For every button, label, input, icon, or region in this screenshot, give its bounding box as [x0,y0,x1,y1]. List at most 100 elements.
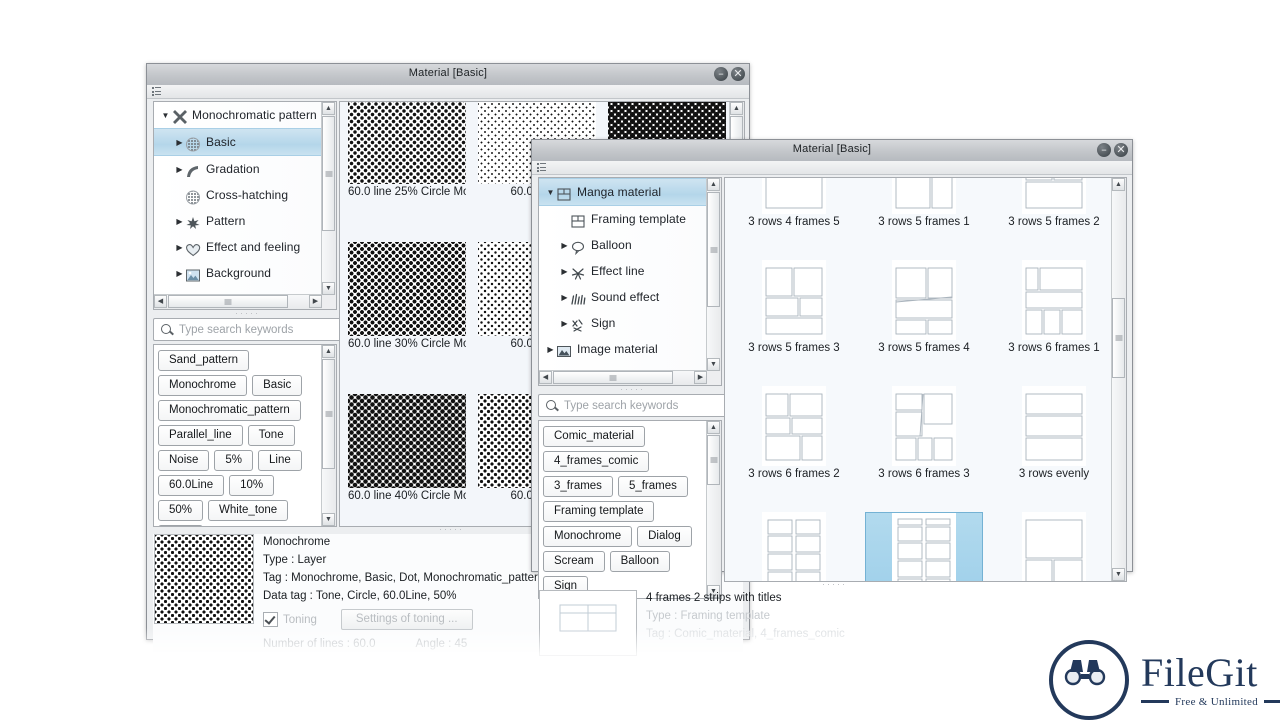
window1-tag-list[interactable]: Sand_pattern MonochromeBasic Monochromatic… [154,345,322,526]
tree-item-effect-line[interactable]: ▶Effect line [539,258,707,284]
thumbnail-cell[interactable]: 60.0 line 30% Circle Mo [348,242,466,350]
tree-item-monochromatic-pattern[interactable]: ▼Monochromatic pattern [154,102,322,128]
window1-gripbar[interactable] [147,85,749,99]
window1-tag-vscroll[interactable]: ▲ ▼ [321,345,336,526]
chevron-right-icon[interactable]: ▶ [174,269,185,278]
frame-template-cell[interactable] [735,512,853,581]
scroll-thumb[interactable] [707,192,720,307]
panel-menu-icon[interactable] [152,87,161,96]
tag-chip[interactable]: Comic_material [543,426,645,447]
scroll-thumb[interactable] [707,435,720,485]
chevron-right-icon[interactable]: ▶ [174,243,185,252]
tone-thumbnail[interactable] [348,242,466,336]
close-button[interactable]: ✕ [1114,143,1128,157]
settings-of-toning-button[interactable]: Settings of toning ... [341,609,473,630]
tree-item-basic[interactable]: ▶Basic [154,128,322,156]
minimize-button[interactable]: – [1097,143,1111,157]
tag-chip[interactable]: 20% [158,525,203,526]
window2-tag-vscroll[interactable]: ▲ ▼ [706,421,721,598]
tag-chip[interactable]: 5_frames [618,476,688,497]
scroll-left-icon[interactable]: ◀ [154,295,167,308]
frame-template-thumbnail[interactable] [892,513,956,581]
window2-thumbnail-list[interactable]: 3 rows 4 frames 53 rows 5 frames 13 rows… [725,178,1112,581]
tag-chip[interactable]: 60.0Line [158,475,224,496]
tag-chip[interactable]: White_tone [208,500,288,521]
window2-grid-vscroll[interactable]: ▲ ▼ [1111,178,1126,581]
tag-chip[interactable]: Monochromatic_pattern [158,400,301,421]
tree-item-pattern[interactable]: ▶Pattern [154,208,322,234]
tree-item-balloon[interactable]: ▶Balloon [539,232,707,258]
frame-template-cell[interactable]: 3 rows 6 frames 1 [995,260,1112,354]
tag-chip[interactable]: 3_frames [543,476,613,497]
scroll-right-icon[interactable]: ▶ [694,371,707,384]
thumbnail-cell[interactable]: 60.0 line 25% Circle Mo [348,102,466,198]
window1-tree-list[interactable]: ▼Monochromatic pattern▶Basic▶GradationCr… [154,102,322,295]
window2-thumbnail-grid[interactable]: 3 rows 4 frames 53 rows 5 frames 13 rows… [724,177,1127,582]
window1-titlebar[interactable]: Material [Basic] – ✕ [147,64,749,86]
tree-item-background[interactable]: ▶Background [154,260,322,286]
tag-chip[interactable]: Basic [252,375,302,396]
frame-template-cell[interactable]: 3 rows 5 frames 4 [865,260,983,354]
scroll-up-icon[interactable]: ▲ [322,102,335,115]
frame-template-cell[interactable]: 3 rows 5 frames 1 [865,178,983,228]
frame-template-thumbnail[interactable] [762,260,826,340]
tag-chip[interactable]: Noise [158,450,209,471]
scroll-down-icon[interactable]: ▼ [707,358,720,371]
panel-menu-icon[interactable] [537,163,546,172]
tag-chip[interactable]: Dialog [637,526,692,547]
close-button[interactable]: ✕ [731,67,745,81]
tree-item-sound-effect[interactable]: ▶Sound effect [539,284,707,310]
scroll-down-icon[interactable]: ▼ [322,282,335,295]
tree-item-sign[interactable]: ▶Sign [539,310,707,336]
window2-search-input[interactable]: Type search keywords [538,394,726,417]
frame-template-cell[interactable]: 3 rows evenly [995,386,1112,480]
tag-chip[interactable]: 10% [229,475,274,496]
frame-template-cell[interactable]: 3 rows 5 frames 2 [995,178,1112,228]
window1-splitter-grip[interactable]: ····· [235,310,260,316]
window2-gripbar[interactable] [532,161,1132,175]
chevron-right-icon[interactable]: ▶ [545,345,556,354]
frame-template-thumbnail[interactable] [1022,386,1086,466]
frame-template-thumbnail[interactable] [762,178,826,214]
frame-template-thumbnail[interactable] [892,178,956,214]
tag-chip[interactable]: Scream [543,551,605,572]
tag-chip[interactable]: Sand_pattern [158,350,249,371]
scroll-thumb[interactable] [322,116,335,231]
chevron-right-icon[interactable]: ▶ [559,241,570,250]
tag-chip[interactable]: Monochrome [158,375,247,396]
chevron-right-icon[interactable]: ▶ [559,267,570,276]
window2-tree-panel[interactable]: ▼Manga materialFraming template▶Balloon▶… [538,177,722,386]
chevron-right-icon[interactable]: ▶ [174,138,185,147]
chevron-down-icon[interactable]: ▼ [545,188,556,197]
window2-splitter-grip[interactable]: ····· [620,386,645,392]
tone-thumbnail[interactable] [348,102,466,184]
window1-search-input[interactable]: Type search keywords [153,318,341,341]
tag-chip[interactable]: 4_frames_comic [543,451,649,472]
chevron-right-icon[interactable]: ▶ [174,217,185,226]
scroll-up-icon[interactable]: ▲ [707,178,720,191]
chevron-down-icon[interactable]: ▼ [160,111,171,120]
tree-item-effect-and-feeling[interactable]: ▶Effect and feeling [154,234,322,260]
tag-chip[interactable]: Monochrome [543,526,632,547]
scroll-thumb-h[interactable] [168,295,288,308]
tree-item-manga-material[interactable]: ▼Manga material [539,178,707,206]
chevron-right-icon[interactable]: ▶ [559,293,570,302]
toning-checkbox[interactable] [263,612,278,627]
frame-template-cell[interactable] [995,512,1112,581]
tag-chip[interactable]: Balloon [610,551,670,572]
tag-chip[interactable]: Line [258,450,302,471]
frame-template-thumbnail[interactable] [892,386,956,466]
tag-chip[interactable]: Framing template [543,501,654,522]
frame-template-thumbnail[interactable] [892,260,956,340]
scroll-thumb[interactable] [322,359,335,469]
window1-tag-panel[interactable]: Sand_pattern MonochromeBasic Monochromatic… [153,344,337,527]
window2-titlebar[interactable]: Material [Basic] – ✕ [532,140,1132,162]
scroll-up-icon[interactable]: ▲ [322,345,335,358]
window2-detail-splitter[interactable]: ····· [822,581,847,587]
tone-thumbnail[interactable] [348,394,466,488]
material-basic-window-2[interactable]: Material [Basic] – ✕ ▼Manga materialFram… [531,139,1133,572]
scroll-thumb[interactable] [1112,298,1125,378]
tree-item-cross-hatching[interactable]: Cross-hatching [154,182,322,208]
scroll-up-icon[interactable]: ▲ [707,421,720,434]
window2-tag-panel[interactable]: Comic_material 4_frames_comic 3_frames5_fr… [538,420,722,599]
